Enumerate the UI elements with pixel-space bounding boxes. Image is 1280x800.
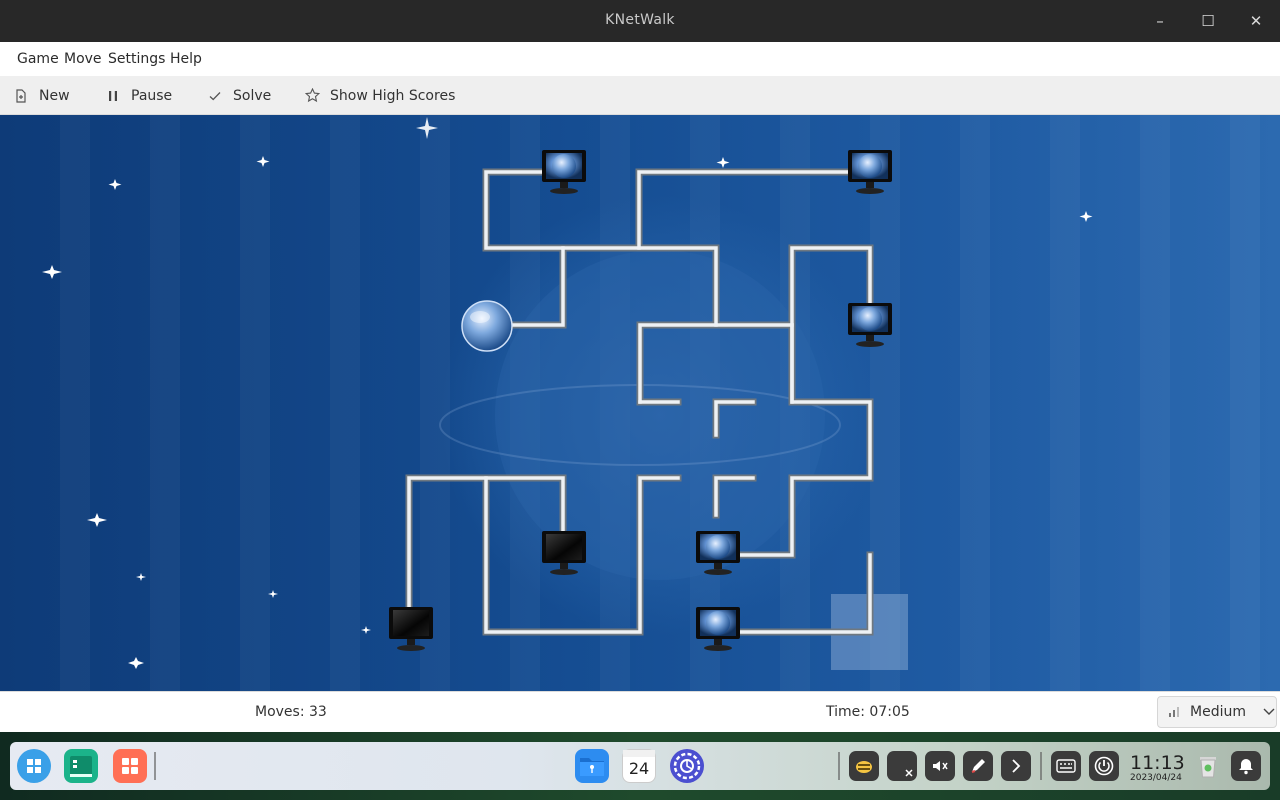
menu-game[interactable]: Game (17, 51, 59, 67)
difficulty-select[interactable]: Medium (1157, 696, 1277, 728)
calendar-day: 24 (629, 759, 649, 778)
new-document-icon (13, 88, 29, 104)
difficulty-icon (1168, 706, 1180, 718)
app-store-icon[interactable] (113, 749, 147, 783)
monitor-off-icon[interactable] (389, 607, 433, 651)
show-high-scores-button[interactable]: Show High Scores (304, 76, 455, 115)
trash-icon[interactable] (1193, 751, 1223, 781)
star-icon (304, 88, 320, 104)
new-label: New (39, 87, 70, 104)
close-icon[interactable] (887, 751, 917, 781)
solve-button[interactable]: Solve (207, 76, 271, 115)
dock-separator (838, 752, 840, 780)
pen-icon[interactable] (963, 751, 993, 781)
pause-label: Pause (131, 87, 173, 104)
minimize-button[interactable]: – (1148, 10, 1172, 32)
menu-help[interactable]: Help (170, 51, 202, 67)
file-manager-blue-icon[interactable] (575, 749, 609, 783)
server-globe-icon[interactable] (461, 300, 513, 352)
monitor-icon[interactable] (696, 607, 740, 651)
pet-icon[interactable] (849, 751, 879, 781)
pause-icon (105, 88, 121, 104)
clock-date[interactable]: 2023/04/24 (1130, 773, 1182, 783)
keyboard-icon[interactable] (1051, 751, 1081, 781)
monitor-icon[interactable] (848, 150, 892, 194)
close-button[interactable]: ✕ (1244, 10, 1268, 32)
file-manager-icon[interactable] (64, 749, 98, 783)
mute-icon[interactable] (925, 751, 955, 781)
monitor-icon[interactable] (542, 150, 586, 194)
show-high-scores-label: Show High Scores (330, 87, 456, 104)
menu-bar: Game Move Settings Help (0, 42, 1280, 76)
power-icon[interactable] (1089, 751, 1119, 781)
time-counter: Time: 07:05 (826, 704, 910, 720)
clock-time[interactable]: 11:13 (1130, 752, 1185, 774)
board-canvas (42, 117, 1093, 670)
status-bar: Moves: 33 Time: 07:05 Medium (0, 691, 1280, 732)
title-bar: KNetWalk – ☐ ✕ (0, 0, 1280, 42)
settings-icon[interactable] (670, 749, 704, 783)
chevron-right-icon[interactable] (1001, 751, 1031, 781)
toolbar: New Pause Solve Show High Scores (0, 76, 1280, 115)
new-button[interactable]: New (13, 76, 70, 115)
difficulty-value: Medium (1190, 704, 1246, 720)
solve-label: Solve (233, 87, 272, 104)
checkmark-icon (207, 88, 223, 104)
pause-button[interactable]: Pause (105, 76, 172, 115)
menu-move[interactable]: Move (64, 51, 102, 67)
launcher-icon[interactable] (17, 749, 51, 783)
bell-icon[interactable] (1231, 751, 1261, 781)
dock-separator (1040, 752, 1042, 780)
chevron-down-icon (1263, 704, 1275, 720)
game-board[interactable] (0, 115, 1280, 691)
maximize-button[interactable]: ☐ (1196, 10, 1220, 32)
moves-counter: Moves: 33 (255, 704, 327, 720)
dock-separator (154, 752, 156, 780)
calendar-icon[interactable]: 24 (622, 749, 656, 783)
menu-settings[interactable]: Settings (108, 51, 165, 67)
window-title: KNetWalk (605, 12, 675, 28)
